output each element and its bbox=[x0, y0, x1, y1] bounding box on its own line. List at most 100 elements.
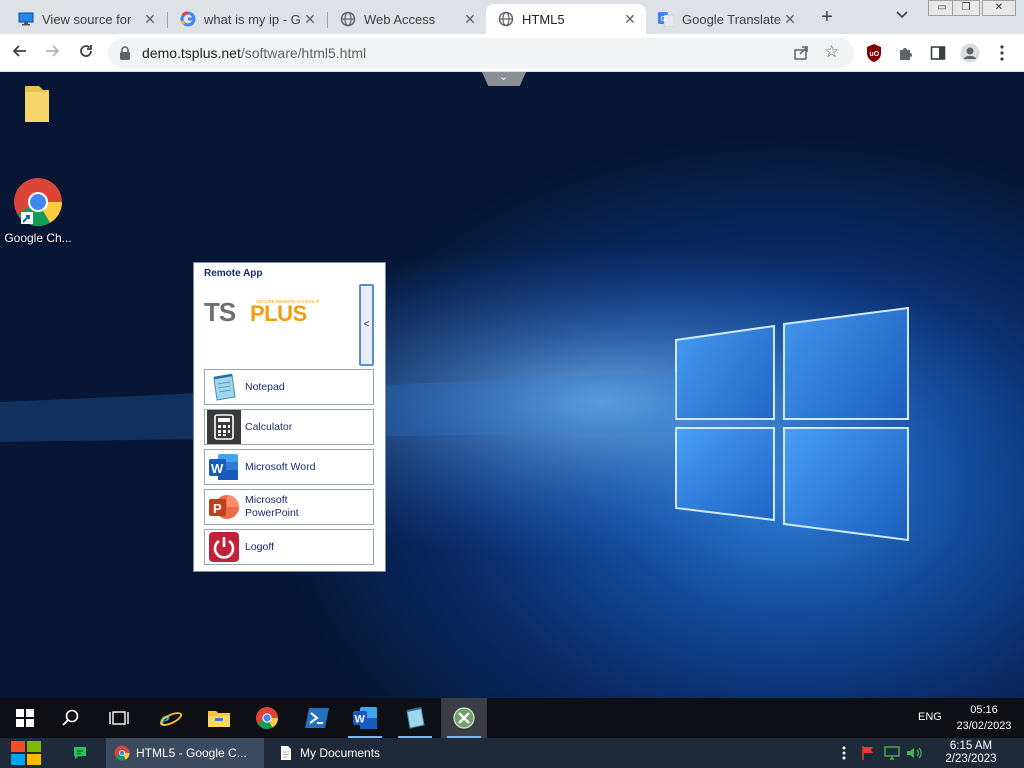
tab-title: HTML5 bbox=[522, 11, 565, 27]
tab-web-access[interactable]: Web Access ✕ bbox=[328, 4, 486, 34]
search-icon bbox=[62, 709, 79, 726]
folder-icon bbox=[25, 86, 49, 122]
svg-text:G: G bbox=[661, 16, 666, 23]
volume-icon[interactable] bbox=[906, 745, 922, 761]
app-label: Microsoft Word bbox=[245, 460, 316, 473]
desktop-icon-google-chrome[interactable]: Google Ch... bbox=[3, 176, 73, 245]
app-button-notepad[interactable]: Notepad bbox=[204, 369, 374, 405]
host-task-html5-chrome[interactable]: HTML5 - Google C... bbox=[106, 738, 264, 768]
start-button[interactable] bbox=[2, 698, 48, 738]
tab-what-is-my-ip[interactable]: what is my ip - G ✕ bbox=[168, 4, 326, 34]
desktop-icon-label: Google Ch... bbox=[4, 231, 72, 245]
new-tab-button[interactable]: + bbox=[816, 6, 838, 28]
close-icon[interactable]: ✕ bbox=[142, 11, 158, 28]
taskbar-tsplus-remote-app[interactable] bbox=[441, 698, 487, 738]
tab-title: Web Access bbox=[364, 11, 436, 27]
app-button-microsoft-powerpoint[interactable]: P Microsoft PowerPoint bbox=[204, 489, 374, 525]
chevron-down-icon: ⌄ bbox=[499, 72, 509, 83]
google-icon bbox=[180, 11, 196, 27]
windows-start-icon bbox=[16, 709, 34, 727]
side-panel-icon[interactable] bbox=[928, 43, 948, 63]
ublock-icon[interactable]: uO bbox=[864, 43, 884, 63]
chrome-icon bbox=[256, 707, 278, 729]
power-icon bbox=[207, 530, 241, 564]
task-label: My Documents bbox=[300, 746, 381, 760]
collapse-panel-button[interactable]: < bbox=[359, 284, 374, 366]
task-view-button[interactable] bbox=[96, 698, 142, 738]
document-icon bbox=[281, 746, 291, 760]
forward-button[interactable] bbox=[40, 41, 64, 65]
globe-icon bbox=[498, 11, 514, 27]
flag-icon[interactable] bbox=[860, 745, 876, 761]
windows-logo-wallpaper bbox=[0, 242, 1020, 562]
tray-overflow-icon[interactable] bbox=[836, 745, 852, 761]
host-task-my-documents[interactable]: My Documents bbox=[270, 738, 420, 768]
app-label: Calculator bbox=[245, 420, 293, 433]
remote-desktop-icon bbox=[453, 707, 475, 729]
remote-taskbar: e W ENG 05:16 23/02/2023 bbox=[0, 698, 1024, 738]
powerpoint-icon: P bbox=[207, 490, 241, 524]
taskbar-file-explorer[interactable] bbox=[196, 698, 242, 738]
lock-icon[interactable] bbox=[118, 45, 134, 61]
share-icon[interactable] bbox=[792, 44, 810, 62]
back-button[interactable] bbox=[8, 41, 32, 65]
taskbar-microsoft-word[interactable]: W bbox=[342, 698, 388, 738]
menu-kebab-icon[interactable] bbox=[992, 43, 1012, 63]
task-label: HTML5 - Google C... bbox=[136, 746, 247, 760]
remote-date: 23/02/2023 bbox=[956, 720, 1012, 732]
close-icon[interactable]: ✕ bbox=[622, 11, 638, 28]
remote-clock[interactable]: 05:16 23/02/2023 bbox=[952, 702, 1016, 734]
tab-title: Google Translate bbox=[682, 11, 782, 27]
taskbar-internet-explorer[interactable]: e bbox=[148, 698, 194, 738]
panel-title: Remote App bbox=[204, 268, 263, 279]
tab-title: what is my ip - G bbox=[204, 11, 301, 27]
restore-button[interactable]: ❐ bbox=[952, 0, 980, 16]
url-text: demo.tsplus.net/software/html5.html bbox=[142, 45, 366, 61]
close-icon[interactable]: ✕ bbox=[782, 11, 798, 28]
close-icon[interactable]: ✕ bbox=[462, 11, 478, 28]
app-button-microsoft-word[interactable]: W Microsoft Word bbox=[204, 449, 374, 485]
remote-desktop: ⌄ Google Ch... Remote App TS PLUS SECURE… bbox=[0, 72, 1024, 698]
file-explorer-icon bbox=[208, 711, 230, 727]
app-button-logoff[interactable]: Logoff bbox=[204, 529, 374, 565]
remote-session-toolbar-handle[interactable]: ⌄ bbox=[482, 72, 526, 86]
close-icon[interactable]: ✕ bbox=[302, 11, 318, 28]
svg-text:P: P bbox=[213, 501, 222, 516]
profile-avatar-icon[interactable] bbox=[960, 43, 980, 63]
tab-view-source[interactable]: View source for ✕ bbox=[6, 4, 166, 34]
monitor-icon bbox=[18, 11, 34, 27]
tab-html5[interactable]: HTML5 ✕ bbox=[486, 4, 646, 34]
desktop-icon-folder[interactable] bbox=[2, 82, 72, 129]
taskbar-google-chrome[interactable] bbox=[244, 698, 290, 738]
remote-time: 05:16 bbox=[970, 704, 998, 716]
tab-google-translate[interactable]: G Google Translate ✕ bbox=[646, 4, 806, 34]
host-start-button[interactable] bbox=[8, 738, 44, 768]
search-button[interactable] bbox=[48, 698, 94, 738]
app-label: Notepad bbox=[245, 380, 285, 393]
chrome-icon bbox=[114, 745, 130, 761]
taskbar-notepad[interactable] bbox=[392, 698, 438, 738]
network-icon[interactable] bbox=[884, 745, 900, 761]
forward-arrow-icon bbox=[46, 45, 60, 57]
task-view-icon bbox=[109, 711, 129, 725]
back-arrow-icon bbox=[12, 45, 26, 57]
chat-icon[interactable] bbox=[72, 745, 88, 761]
extensions-puzzle-icon[interactable] bbox=[896, 43, 916, 63]
notepad-icon bbox=[207, 370, 241, 404]
app-button-calculator[interactable]: Calculator bbox=[204, 409, 374, 445]
calculator-icon bbox=[207, 410, 241, 444]
svg-text:uO: uO bbox=[870, 51, 880, 58]
star-icon[interactable]: ☆ bbox=[824, 42, 839, 62]
host-clock[interactable]: 6:15 AM 2/23/2023 bbox=[936, 740, 1006, 766]
tsplus-logo: TS PLUS SECURE REMOTE ACCESS ® bbox=[204, 297, 328, 332]
word-icon: W bbox=[207, 450, 241, 484]
svg-text:W: W bbox=[211, 461, 224, 476]
internet-explorer-icon: e bbox=[159, 706, 183, 730]
address-bar[interactable]: demo.tsplus.net/software/html5.html ☆ bbox=[108, 38, 854, 68]
reload-button[interactable] bbox=[74, 41, 98, 65]
taskbar-powershell[interactable] bbox=[294, 698, 340, 738]
chevron-down-icon[interactable] bbox=[896, 8, 908, 22]
window-close-button[interactable]: ✕ bbox=[982, 0, 1016, 16]
language-indicator[interactable]: ENG bbox=[918, 711, 942, 723]
host-time: 6:15 AM bbox=[949, 740, 993, 752]
